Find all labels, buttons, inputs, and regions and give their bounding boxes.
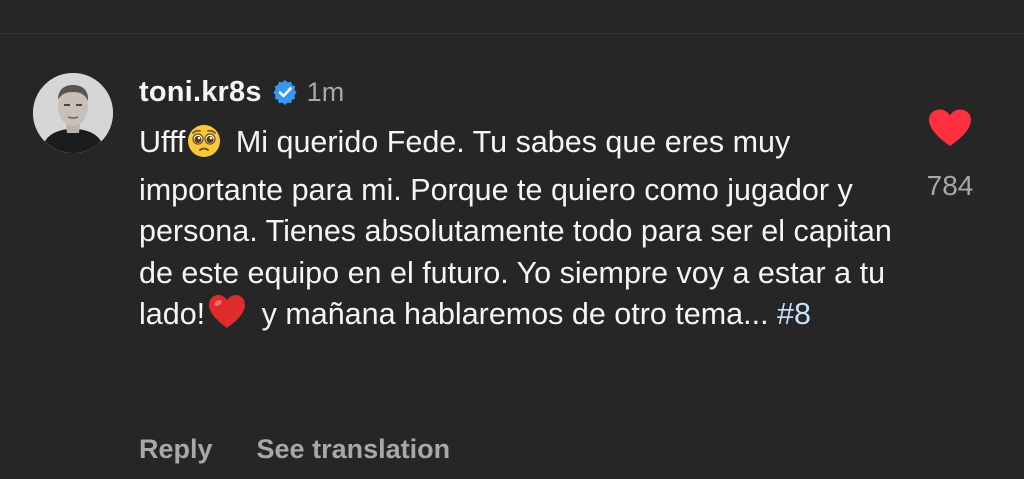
like-count: 784 [926,170,974,201]
pleading-face-emoji-icon [187,124,221,170]
comment-text: Ufff Mi querido Fede. Tu sabes que eres … [139,122,909,342]
like-button[interactable] [927,108,973,148]
hashtag-link[interactable]: #8 [777,297,811,331]
avatar[interactable] [33,73,113,153]
red-heart-emoji-icon [207,294,247,342]
comment-header: toni.kr8s 1m [139,72,344,112]
comment-actions: Reply See translation [139,434,450,465]
reply-button[interactable]: Reply [139,434,213,465]
comment-item: toni.kr8s 1m Ufff Mi querido Fede. Tu sa… [0,0,1024,479]
verified-badge-icon [272,79,298,105]
see-translation-button[interactable]: See translation [257,434,451,465]
comment-text-start: Ufff [139,125,186,159]
heart-filled-icon [929,109,971,146]
comment-screen: toni.kr8s 1m Ufff Mi querido Fede. Tu sa… [0,0,1024,479]
username[interactable]: toni.kr8s [139,76,262,109]
avatar-photo [33,73,113,153]
timestamp: 1m [306,76,345,107]
like-section: 784 [920,108,980,202]
comment-text-end: y mañana hablaremos de otro tema... [261,297,769,331]
